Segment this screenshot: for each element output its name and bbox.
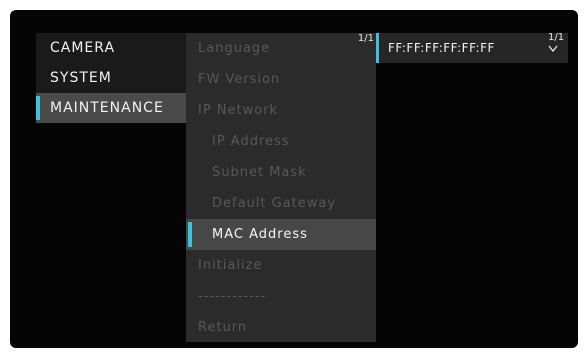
mac-address-value-panel: FF:FF:FF:FF:FF:FF 1/1 <box>376 33 568 63</box>
submenu-item-subnet-mask[interactable]: Subnet Mask <box>186 157 376 188</box>
value-page-indicator: 1/1 <box>548 33 564 52</box>
main-menu-item-label: SYSTEM <box>50 70 112 86</box>
submenu-item-label: MAC Address <box>212 227 308 242</box>
submenu-item-initialize[interactable]: Initialize <box>186 250 376 281</box>
submenu-item-label: IP Address <box>212 134 290 149</box>
submenu-separator: ------------ <box>186 281 376 312</box>
main-menu-item-system[interactable]: SYSTEM <box>36 63 186 93</box>
submenu-item-label: FW Version <box>198 72 281 87</box>
submenu-item-label: Subnet Mask <box>212 165 307 180</box>
value-focus-bar <box>376 33 379 63</box>
submenu-item-return[interactable]: Return <box>186 312 376 343</box>
submenu-item-label: Language <box>198 41 271 56</box>
main-menu: CAMERA SYSTEM MAINTENANCE <box>36 33 186 123</box>
mac-address-value: FF:FF:FF:FF:FF:FF <box>388 41 495 55</box>
submenu-item-ip-address[interactable]: IP Address <box>186 126 376 157</box>
main-menu-item-label: MAINTENANCE <box>50 100 164 116</box>
chevron-down-icon <box>548 45 558 52</box>
main-menu-item-camera[interactable]: CAMERA <box>36 33 186 63</box>
main-menu-item-label: CAMERA <box>50 40 116 56</box>
submenu-item-label: Default Gateway <box>212 196 337 211</box>
submenu-item-language[interactable]: Language <box>186 33 376 64</box>
submenu-item-ip-network[interactable]: IP Network <box>186 95 376 126</box>
main-menu-item-maintenance[interactable]: MAINTENANCE <box>36 93 186 123</box>
submenu-item-fw-version[interactable]: FW Version <box>186 64 376 95</box>
maintenance-submenu: 1/1 Language FW Version IP Network IP Ad… <box>186 33 376 342</box>
submenu-item-default-gateway[interactable]: Default Gateway <box>186 188 376 219</box>
osd-screen: CAMERA SYSTEM MAINTENANCE 1/1 Language F… <box>10 10 578 348</box>
submenu-item-label: Return <box>198 320 248 335</box>
submenu-item-label: IP Network <box>198 103 279 118</box>
submenu-item-mac-address[interactable]: MAC Address <box>186 219 376 250</box>
submenu-separator-label: ------------ <box>198 289 267 304</box>
submenu-item-label: Initialize <box>198 258 263 273</box>
value-page-indicator-text: 1/1 <box>548 32 565 43</box>
